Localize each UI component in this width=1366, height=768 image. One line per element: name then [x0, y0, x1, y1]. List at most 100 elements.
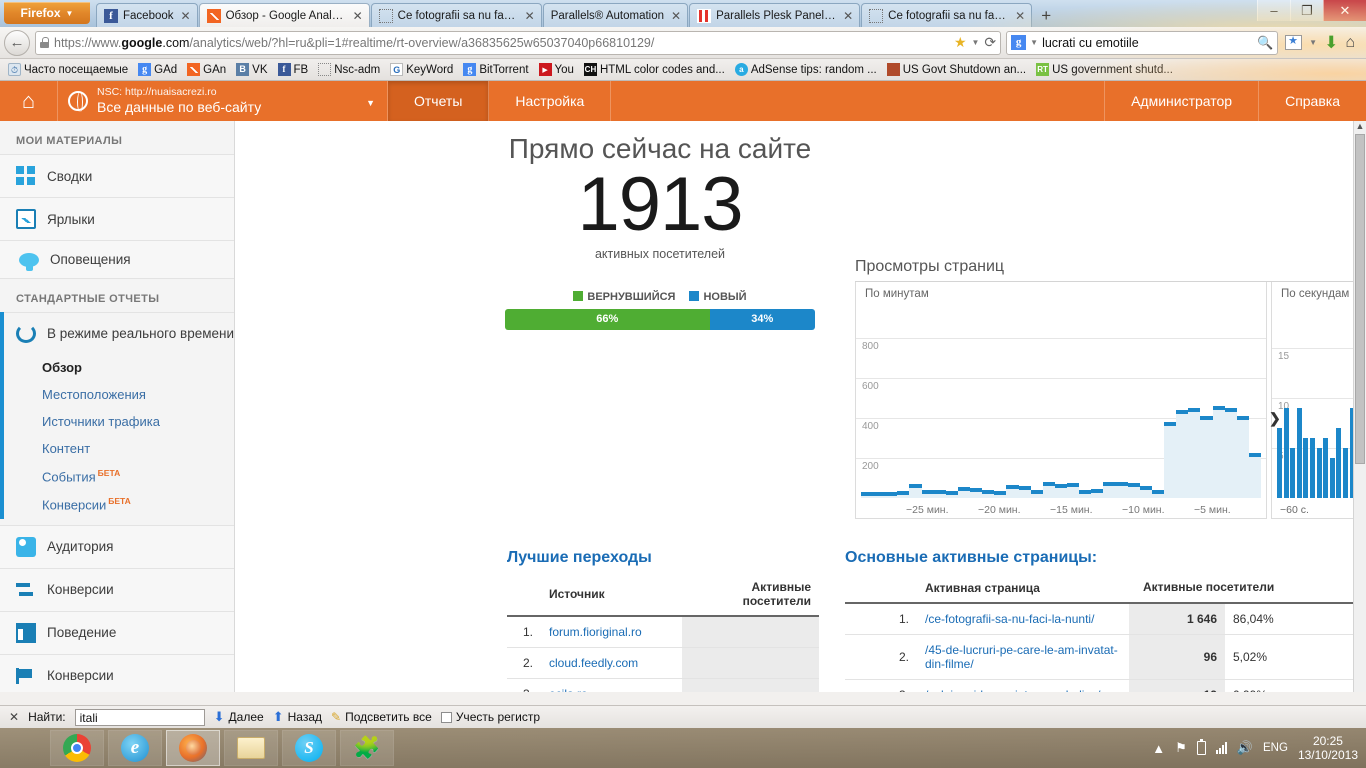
col-active-page[interactable]: Активная страница: [917, 573, 1129, 604]
taskbar-internet-explorer[interactable]: e: [108, 730, 162, 766]
flag-icon[interactable]: ⚑: [1175, 740, 1187, 756]
sidebar-item-conversions-rt[interactable]: Конверсии БЕТА: [4, 490, 234, 518]
sidebar-item-content[interactable]: Контент: [4, 435, 234, 462]
col-active-visitors[interactable]: Активные посетители: [681, 573, 819, 617]
page-link[interactable]: /celui-mai-bun-prieten-se-dedica/: [925, 688, 1100, 692]
bookmark-item[interactable]: RT US government shutd...: [1032, 62, 1177, 77]
sidebar-item-overview[interactable]: Обзор: [4, 354, 234, 381]
search-input[interactable]: lucrati cu emotiile: [1042, 36, 1253, 50]
row-page[interactable]: /ce-fotografii-sa-nu-faci-la-nunti/: [917, 603, 1129, 635]
taskbar-skype[interactable]: S: [282, 730, 336, 766]
sidebar-item-conversions[interactable]: Конверсии: [0, 653, 234, 692]
chevron-down-icon[interactable]: ▼: [972, 38, 980, 47]
sidebar-item-traffic-sources[interactable]: Источники трафика: [4, 408, 234, 435]
close-icon[interactable]: ✕: [525, 9, 535, 23]
chevron-down-icon[interactable]: ▼: [366, 98, 375, 108]
volume-icon[interactable]: 🔊: [1237, 740, 1253, 756]
chevron-down-icon[interactable]: ▼: [1309, 38, 1317, 47]
row-page[interactable]: /45-de-lucruri-pe-care-le-am-invatat-din…: [917, 634, 1129, 680]
find-next-button[interactable]: ⬇ Далее: [214, 709, 264, 725]
sidebar-item-acquisition[interactable]: Конверсии: [0, 567, 234, 612]
bookmark-item[interactable]: g BitTorrent: [459, 62, 532, 77]
col-active-visitors[interactable]: Активные посетители↓: [1129, 573, 1366, 604]
close-icon[interactable]: ✕: [181, 9, 191, 23]
close-icon[interactable]: ✕: [1015, 9, 1025, 23]
bookmark-item[interactable]: GAn: [183, 62, 230, 77]
maximize-button[interactable]: ❐: [1290, 0, 1323, 21]
sidebar-item-alerts[interactable]: Оповещения: [0, 240, 234, 279]
sidebar-item-dashboards[interactable]: Сводки: [0, 154, 234, 198]
search-icon[interactable]: 🔍: [1257, 35, 1273, 51]
find-prev-button[interactable]: ⬆ Назад: [273, 709, 322, 725]
account-selector[interactable]: NSC: http://nuaisacrezi.ro Все данные по…: [58, 81, 388, 121]
sidebar-item-behavior[interactable]: Поведение: [0, 610, 234, 655]
table-row[interactable]: 3. /celui-mai-bun-prieten-se-dedica/190,9…: [845, 679, 1366, 692]
download-icon[interactable]: ⬇: [1324, 33, 1338, 53]
table-row[interactable]: 2. /45-de-lucruri-pe-care-le-am-invatat-d…: [845, 634, 1366, 680]
bookmark-star-icon[interactable]: ★: [954, 34, 967, 51]
table-row[interactable]: 3. ecila.ro: [507, 678, 819, 692]
browser-tab[interactable]: Parallels® Automation ✕: [542, 3, 689, 27]
sidebar-item-events[interactable]: События БЕТА: [4, 462, 234, 490]
bookmark-item[interactable]: g GAd: [134, 62, 181, 77]
home-icon[interactable]: ⌂: [1345, 34, 1355, 52]
nav-admin[interactable]: Администратор: [1104, 81, 1258, 121]
bookmark-item[interactable]: G KeyWord: [386, 62, 457, 77]
chevron-right-icon[interactable]: ❯: [1269, 410, 1281, 427]
table-row[interactable]: 1. forum.fioriginal.ro: [507, 616, 819, 648]
bookmark-item[interactable]: a AdSense tips: random ...: [731, 62, 881, 77]
checkbox-icon[interactable]: [440, 711, 452, 723]
bookmarks-icon[interactable]: [1285, 34, 1303, 50]
bookmark-item[interactable]: You: [535, 62, 578, 77]
row-source[interactable]: ecila.ro: [541, 678, 682, 692]
find-input[interactable]: itali: [74, 708, 205, 726]
network-icon[interactable]: [1215, 742, 1227, 754]
table-row[interactable]: 2. cloud.feedly.com: [507, 647, 819, 679]
nav-customization[interactable]: Настройка: [489, 81, 612, 121]
taskbar-file-explorer[interactable]: [224, 730, 278, 766]
row-page[interactable]: /celui-mai-bun-prieten-se-dedica/: [917, 679, 1129, 692]
browser-tab[interactable]: f Facebook ✕: [96, 3, 198, 27]
taskbar-puzzle-app[interactable]: 🧩: [340, 730, 394, 766]
scrollbar-thumb[interactable]: [1355, 134, 1365, 464]
sidebar-item-realtime[interactable]: В режиме реального времени: [4, 312, 234, 354]
search-bar[interactable]: g ▼ lucrati cu emotiile 🔍: [1006, 30, 1279, 55]
firefox-menu-button[interactable]: Firefox ▼: [4, 2, 90, 24]
close-icon[interactable]: ✕: [843, 9, 853, 23]
browser-tab[interactable]: Parallels Plesk Panel 11.5.... ✕: [689, 3, 861, 27]
address-bar[interactable]: https://www.google.com/analytics/web/?hl…: [35, 30, 1002, 55]
referral-link[interactable]: forum.fioriginal.ro: [549, 625, 642, 639]
bookmark-item[interactable]: CH HTML color codes and...: [580, 62, 729, 77]
language-indicator[interactable]: ENG: [1263, 742, 1288, 754]
browser-tab[interactable]: Ce fotografii sa nu faci la... ✕: [370, 3, 542, 27]
sidebar-item-shortcuts[interactable]: Ярлыки: [0, 197, 234, 241]
home-icon[interactable]: ⌂: [0, 81, 58, 121]
close-icon[interactable]: ✕: [353, 9, 363, 23]
bookmark-item[interactable]: Nsc-adm: [314, 62, 384, 77]
taskbar-firefox[interactable]: [166, 730, 220, 766]
col-source[interactable]: Источник: [541, 573, 682, 617]
sidebar-item-locations[interactable]: Местоположения: [4, 381, 234, 408]
scroll-up-icon[interactable]: ▲: [1354, 121, 1366, 134]
chevron-down-icon[interactable]: ▼: [1030, 38, 1038, 47]
start-button[interactable]: [0, 728, 46, 768]
bookmark-item[interactable]: B VK: [232, 62, 271, 77]
bookmark-item[interactable]: f FB: [274, 62, 313, 77]
page-link[interactable]: /45-de-lucruri-pe-care-le-am-invatat-din…: [925, 643, 1118, 671]
new-tab-button[interactable]: +: [1033, 5, 1059, 27]
bookmark-item[interactable]: ⏱ Часто посещаемые: [4, 62, 132, 77]
taskbar-chrome[interactable]: [50, 730, 104, 766]
show-hidden-icons[interactable]: ▲: [1152, 741, 1165, 756]
close-window-button[interactable]: ✕: [1323, 0, 1366, 21]
match-case-checkbox[interactable]: Учесть регистр: [440, 710, 540, 724]
row-source[interactable]: cloud.feedly.com: [541, 647, 682, 679]
table-row[interactable]: 1. /ce-fotografii-sa-nu-faci-la-nunti/1 6…: [845, 603, 1366, 635]
reload-icon[interactable]: ⟳: [984, 34, 996, 51]
close-icon[interactable]: ✕: [9, 710, 19, 724]
nav-help[interactable]: Справка: [1258, 81, 1366, 121]
bookmark-item[interactable]: US Govt Shutdown an...: [883, 62, 1030, 77]
back-button[interactable]: ←: [4, 29, 30, 56]
sidebar-item-audience[interactable]: Аудитория: [0, 524, 234, 569]
nav-reports[interactable]: Отчеты: [388, 81, 490, 121]
referral-link[interactable]: ecila.ro: [549, 687, 588, 692]
